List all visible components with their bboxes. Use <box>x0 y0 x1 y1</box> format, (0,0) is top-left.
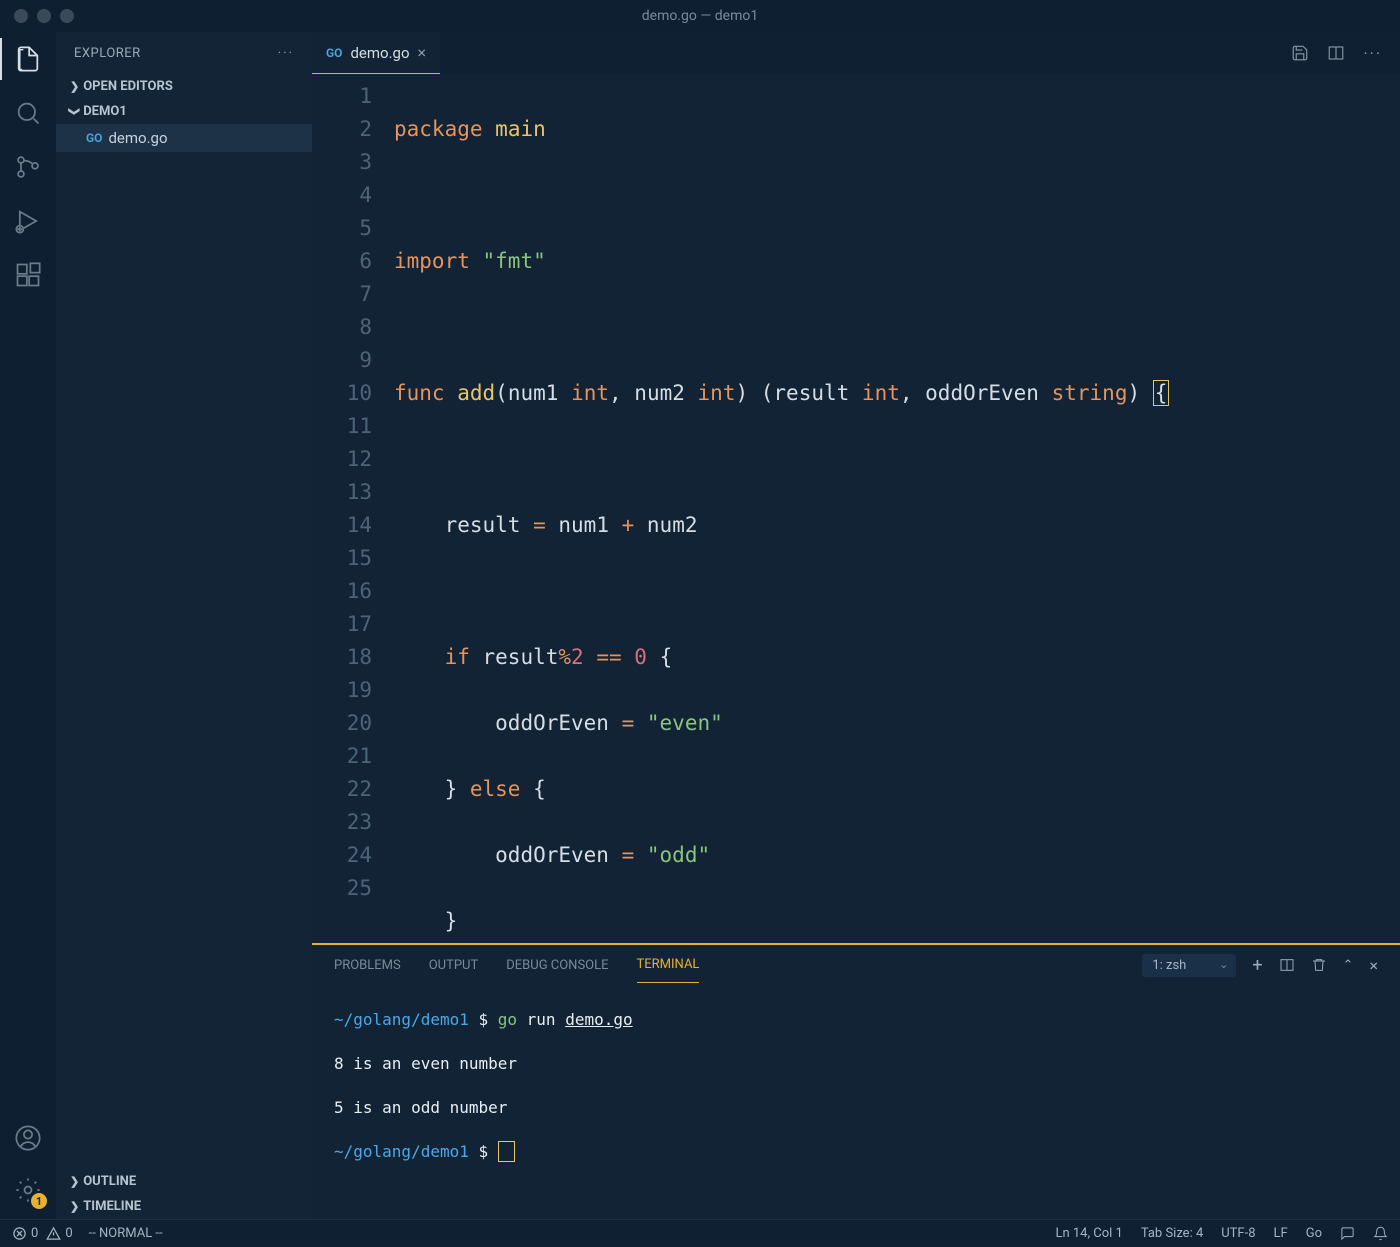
timeline-section[interactable]: ❯ TIMELINE <box>56 1194 312 1219</box>
window-title: demo.go — demo1 <box>642 8 758 24</box>
statusbar: 0 0 -- NORMAL -- Ln 14, Col 1 Tab Size: … <box>0 1219 1400 1247</box>
status-warnings[interactable]: 0 <box>46 1226 72 1241</box>
sidebar: EXPLORER ··· ❯ OPEN EDITORS ❯ DEMO1 GO d… <box>56 32 312 1219</box>
new-terminal-icon[interactable]: + <box>1252 955 1262 976</box>
code-editor[interactable]: 1234567891011121314151617181920212223242… <box>312 74 1400 943</box>
kill-terminal-icon[interactable] <box>1311 957 1327 973</box>
status-bell-icon[interactable] <box>1373 1226 1388 1241</box>
chevron-right-icon: ❯ <box>70 1175 79 1188</box>
bottom-panel: PROBLEMS OUTPUT DEBUG CONSOLE TERMINAL 1… <box>312 943 1400 1219</box>
sidebar-title: EXPLORER <box>74 46 141 61</box>
terminal-selector[interactable]: 1: zsh ⌄ <box>1142 954 1236 977</box>
tab-terminal[interactable]: TERMINAL <box>637 947 700 983</box>
tab-problems[interactable]: PROBLEMS <box>334 948 401 983</box>
more-actions-icon[interactable]: ··· <box>1363 44 1382 63</box>
split-terminal-icon[interactable] <box>1279 957 1295 973</box>
status-errors[interactable]: 0 <box>12 1226 38 1241</box>
tab-output[interactable]: OUTPUT <box>429 948 479 983</box>
chevron-right-icon: ❯ <box>70 1200 79 1213</box>
status-vim-mode: -- NORMAL -- <box>89 1226 163 1241</box>
go-file-icon: GO <box>326 46 342 60</box>
status-indent[interactable]: Tab Size: 4 <box>1141 1226 1203 1241</box>
terminal-content[interactable]: ~/golang/demo1 $ go run demo.go 8 is an … <box>312 985 1400 1219</box>
sidebar-more-icon[interactable]: ··· <box>278 46 294 61</box>
editor-tabs: GO demo.go × ··· <box>312 32 1400 74</box>
titlebar: demo.go — demo1 <box>0 0 1400 32</box>
window-controls[interactable] <box>14 9 74 23</box>
account-icon[interactable] <box>13 1123 43 1153</box>
close-tab-icon[interactable]: × <box>418 43 427 62</box>
extensions-icon[interactable] <box>13 260 43 290</box>
tab-demo-go[interactable]: GO demo.go × <box>312 32 440 74</box>
chevron-right-icon: ❯ <box>70 80 79 93</box>
close-panel-icon[interactable]: × <box>1369 956 1378 975</box>
split-editor-icon[interactable] <box>1327 44 1345 62</box>
status-eol[interactable]: LF <box>1274 1226 1288 1241</box>
open-editors-section[interactable]: ❯ OPEN EDITORS <box>56 74 312 99</box>
explorer-icon[interactable] <box>13 44 43 74</box>
status-language[interactable]: Go <box>1306 1226 1322 1241</box>
go-file-icon: GO <box>86 131 102 145</box>
status-encoding[interactable]: UTF-8 <box>1221 1226 1255 1241</box>
file-name: demo.go <box>108 129 167 147</box>
maximize-panel-icon[interactable]: ⌃ <box>1343 958 1354 973</box>
close-window-icon[interactable] <box>14 9 28 23</box>
chevron-down-icon: ⌄ <box>1219 958 1228 971</box>
settings-gear-icon[interactable]: 1 <box>13 1175 43 1205</box>
status-cursor-pos[interactable]: Ln 14, Col 1 <box>1055 1226 1122 1241</box>
minimize-window-icon[interactable] <box>37 9 51 23</box>
outline-section[interactable]: ❯ OUTLINE <box>56 1169 312 1194</box>
status-feedback-icon[interactable] <box>1340 1226 1355 1241</box>
search-icon[interactable] <box>13 98 43 128</box>
chevron-down-icon: ❯ <box>68 107 81 116</box>
tab-label: demo.go <box>350 44 409 62</box>
settings-badge: 1 <box>31 1193 47 1209</box>
code-content[interactable]: package main import "fmt" func add(num1 … <box>394 80 1400 943</box>
tab-debug-console[interactable]: DEBUG CONSOLE <box>506 948 608 983</box>
activity-bar: 1 <box>0 32 56 1219</box>
file-tree-item[interactable]: GO demo.go <box>56 124 312 152</box>
save-icon[interactable] <box>1291 44 1309 62</box>
project-section[interactable]: ❯ DEMO1 <box>56 99 312 124</box>
line-gutter: 1234567891011121314151617181920212223242… <box>312 80 394 943</box>
run-debug-icon[interactable] <box>13 206 43 236</box>
maximize-window-icon[interactable] <box>60 9 74 23</box>
source-control-icon[interactable] <box>13 152 43 182</box>
